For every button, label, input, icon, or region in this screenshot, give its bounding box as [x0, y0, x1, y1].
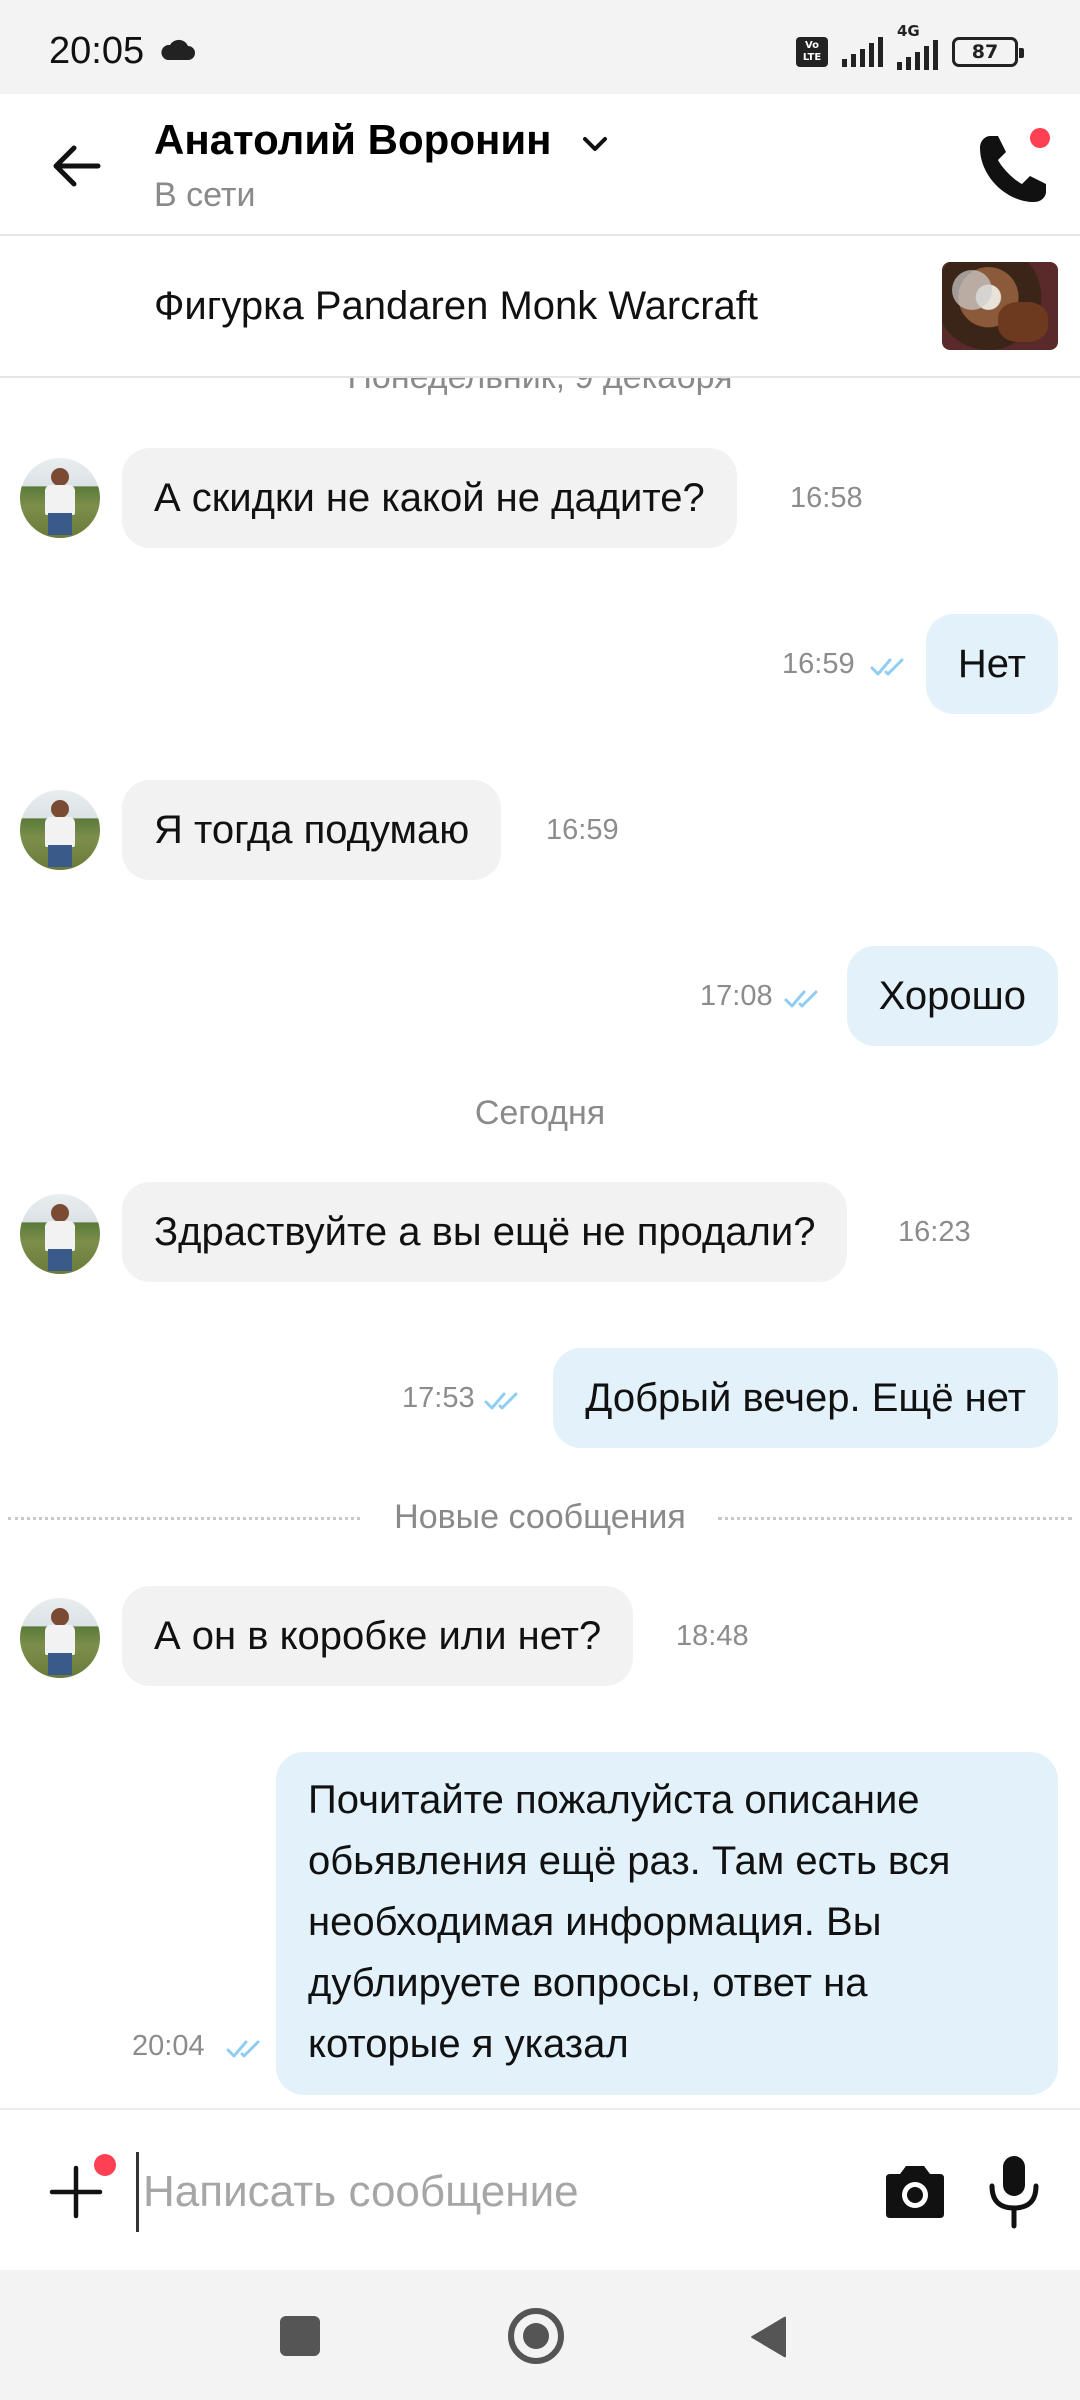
microphone-icon[interactable]	[986, 2154, 1042, 2230]
message-time: 16:58	[790, 482, 863, 514]
message-line: Почитайте пожалуйста описание	[308, 1778, 920, 1822]
message-bubble-outgoing[interactable]: Нет	[925, 614, 1058, 714]
read-checkmarks-icon	[870, 658, 904, 676]
message-time: 16:59	[782, 648, 855, 680]
listing-title[interactable]: Фигурка Pandaren Monk Warcraft	[154, 284, 758, 329]
message-bubble-outgoing[interactable]: Хорошо	[846, 946, 1058, 1046]
new-messages-divider: Новые сообщения	[0, 1498, 1080, 1538]
avatar[interactable]	[20, 458, 100, 538]
message-bubble-outgoing[interactable]: Почитайте пожалуйста описание обьявления…	[276, 1752, 1058, 2095]
read-checkmarks-icon	[484, 1392, 518, 1410]
avatar[interactable]	[20, 790, 100, 870]
read-checkmarks-icon	[226, 2040, 260, 2058]
message-time: 16:59	[546, 814, 619, 846]
message-time: 17:08	[700, 980, 773, 1012]
message-bubble-incoming[interactable]: А он в коробке или нет?	[122, 1586, 634, 1686]
listing-thumbnail[interactable]	[942, 262, 1058, 350]
message-bubble-outgoing[interactable]: Добрый вечер. Ещё нет	[553, 1348, 1058, 1448]
message-time: 17:53	[402, 1382, 475, 1414]
message-composer	[0, 2108, 1080, 2270]
message-time: 18:48	[676, 1620, 749, 1652]
message-line: дублируете вопросы, ответ на	[308, 1961, 868, 2005]
avatar[interactable]	[20, 1194, 100, 1274]
date-separator-today: Сегодня	[474, 1094, 606, 1132]
message-line: необходимая информация. Вы	[308, 1900, 882, 1944]
recents-button[interactable]	[280, 2316, 320, 2356]
message-time: 20:04	[132, 2030, 205, 2062]
new-messages-label: Новые сообщения	[372, 1498, 708, 1536]
system-nav-bar	[0, 2270, 1080, 2400]
notification-dot	[94, 2154, 116, 2176]
avatar[interactable]	[20, 1598, 100, 1678]
read-checkmarks-icon	[784, 990, 818, 1008]
message-line: которые я указал	[308, 2022, 629, 2066]
message-bubble-incoming[interactable]: А скидки не какой не дадите?	[122, 448, 737, 548]
message-line: обьявления ещё раз. Там есть вся	[308, 1839, 951, 1883]
message-bubble-incoming[interactable]: Здраствуйте а вы ещё не продали?	[122, 1182, 848, 1282]
message-time: 16:23	[898, 1216, 971, 1248]
back-triangle-icon[interactable]	[748, 2314, 790, 2360]
home-button[interactable]	[508, 2308, 564, 2364]
message-input[interactable]	[136, 2152, 856, 2232]
plus-icon[interactable]	[48, 2164, 104, 2220]
message-bubble-incoming[interactable]: Я тогда подумаю	[122, 780, 502, 880]
camera-icon[interactable]	[882, 2162, 948, 2222]
listing-bar[interactable]: Фигурка Pandaren Monk Warcraft	[0, 238, 1080, 378]
